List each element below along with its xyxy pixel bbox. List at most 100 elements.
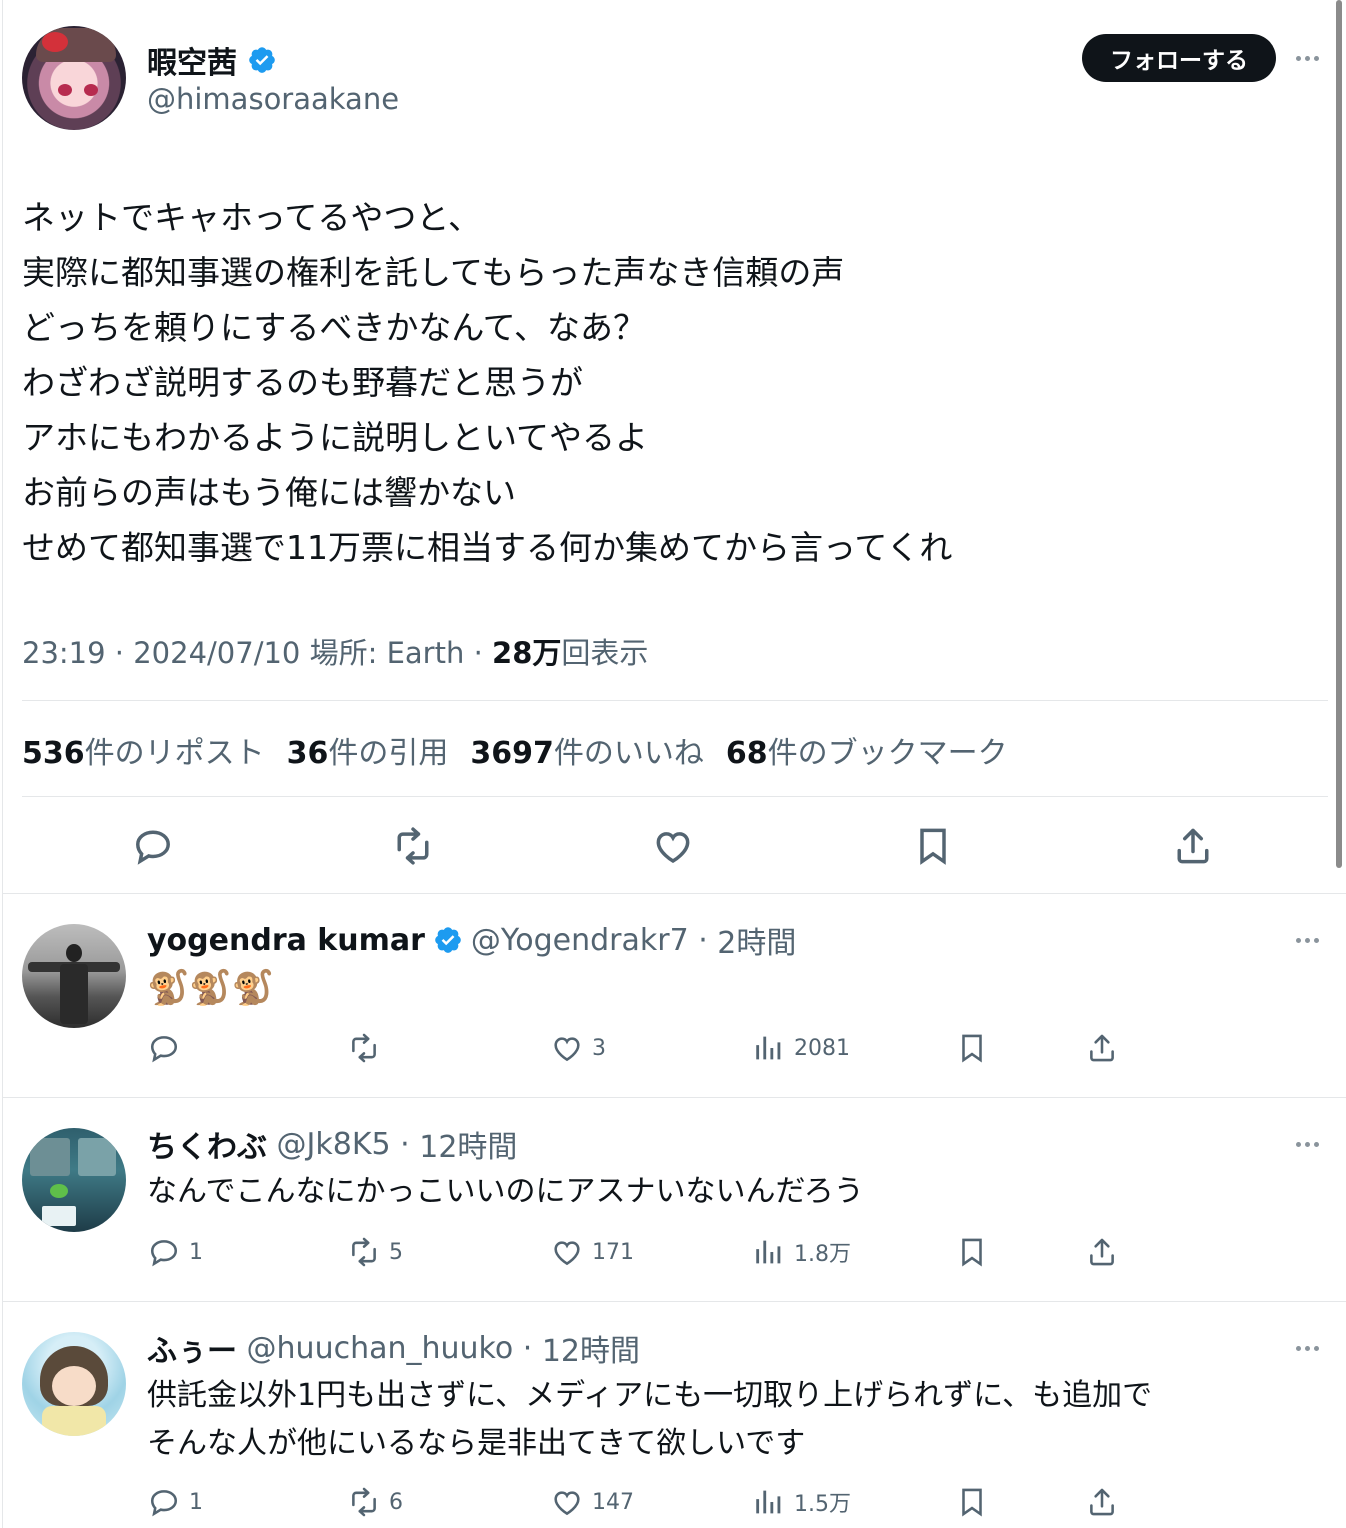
reply-icon [150, 1490, 178, 1517]
repost-icon[interactable] [391, 824, 435, 868]
repost-button[interactable] [347, 1031, 389, 1065]
repost-icon [352, 1237, 376, 1267]
avatar[interactable] [22, 1128, 126, 1232]
reposts-stat[interactable]: 536件のリポスト [22, 728, 265, 772]
avatar-eye [58, 84, 72, 96]
views-button[interactable]: 2081 [752, 1031, 850, 1065]
reply-text: 🐒🐒🐒 [147, 968, 275, 1008]
verified-icon [249, 47, 275, 73]
reply-author-name[interactable]: ふぅー [147, 1326, 237, 1370]
avatar-mascot [50, 1184, 68, 1198]
reply-icon[interactable] [131, 824, 175, 868]
avatar-window [30, 1138, 70, 1176]
author-name[interactable]: 暇空茜 [147, 38, 277, 82]
avatar-window [78, 1138, 116, 1176]
bookmark-button[interactable] [955, 1031, 989, 1065]
reply-text: なんでこんなにかっこいいのにアスナいないんだろう [147, 1174, 864, 1209]
separator-dot: · [688, 922, 718, 958]
reply-actions: 1 6 147 1.5万 [0, 1485, 1346, 1519]
reply-author-handle[interactable]: @huuchan_huuko [247, 1331, 514, 1366]
like-button[interactable]: 3 [550, 1031, 606, 1065]
share-icon[interactable] [1171, 824, 1215, 868]
views-icon [756, 1240, 781, 1264]
like-button[interactable]: 171 [550, 1235, 634, 1269]
reply-header: yogendra kumar @Yogendrakr7 · 2時間 [147, 918, 796, 962]
reply-header: ふぅー @huuchan_huuko · 12時間 [147, 1326, 640, 1370]
author-name-text[interactable]: 暇空茜 [147, 38, 237, 82]
reply-author-handle[interactable]: @Jk8K5 [277, 1127, 391, 1162]
tweet-text: ネットでキャホってるやつと、 実際に都知事選の権利を託してもらった声なき信頼の声… [22, 198, 953, 567]
author-handle[interactable]: @himasoraakane [147, 82, 399, 116]
share-icon [1090, 1034, 1114, 1062]
like-icon [554, 1037, 580, 1062]
reply-author-handle[interactable]: @Yogendrakr7 [471, 923, 689, 958]
share-button[interactable] [1085, 1235, 1119, 1269]
avatar-ribbon [42, 32, 68, 52]
follow-button[interactable]: フォローする [1082, 34, 1276, 82]
tweet-actions [0, 824, 1346, 868]
repost-icon [352, 1487, 376, 1517]
reply-item[interactable]: ちくわぶ @Jk8K5 · 12時間 なんでこんなにかっこいいのにアスナいないん… [0, 1098, 1346, 1300]
reply-time[interactable]: 2時間 [717, 918, 796, 962]
tweet-time[interactable]: 23:19 · 2024/07/10 場所: Earth · [22, 636, 492, 670]
separator-dot: · [513, 1330, 542, 1366]
reply-icon [150, 1036, 178, 1063]
reply-item[interactable]: yogendra kumar @Yogendrakr7 · 2時間 🐒🐒🐒 3 … [0, 894, 1346, 1096]
views-label: 回表示 [561, 636, 649, 670]
views-button[interactable]: 1.5万 [752, 1485, 851, 1519]
reply-item[interactable]: ふぅー @huuchan_huuko · 12時間 供託金以外1円も出さずに、メ… [0, 1302, 1346, 1528]
engagement-stats: 536件のリポスト 36件の引用 3697件のいいね 68件のブックマーク [22, 728, 1008, 772]
views-icon [756, 1490, 781, 1514]
tweet-meta: 23:19 · 2024/07/10 場所: Earth · 28万回表示 [22, 630, 648, 672]
bookmark-icon [962, 1034, 982, 1063]
likes-stat[interactable]: 3697件のいいね [470, 728, 704, 772]
bookmark-button[interactable] [955, 1235, 989, 1269]
avatar[interactable] [22, 1332, 126, 1436]
share-icon [1090, 1238, 1114, 1266]
share-button[interactable] [1085, 1031, 1119, 1065]
verified-icon [435, 927, 461, 953]
reply-icon [150, 1240, 178, 1267]
quotes-stat[interactable]: 36件の引用 [287, 728, 449, 772]
like-icon [554, 1241, 580, 1266]
views-button[interactable]: 1.8万 [752, 1235, 851, 1269]
reply-actions: 1 5 171 1.8万 [0, 1235, 1346, 1269]
reply-time[interactable]: 12時間 [542, 1326, 640, 1370]
more-icon[interactable] [1296, 52, 1326, 64]
more-icon[interactable] [1296, 934, 1326, 946]
reply-button[interactable]: 1 [147, 1485, 203, 1519]
more-icon[interactable] [1296, 1138, 1326, 1150]
reply-button[interactable] [147, 1031, 189, 1065]
views-count: 28万 [492, 636, 562, 670]
reply-author-name[interactable]: ちくわぶ [147, 1122, 267, 1166]
views-icon [756, 1036, 781, 1060]
repost-icon [352, 1033, 376, 1063]
share-icon [1090, 1488, 1114, 1516]
share-button[interactable] [1085, 1485, 1119, 1519]
divider [22, 700, 1328, 701]
reply-time[interactable]: 12時間 [419, 1122, 517, 1166]
bookmark-icon[interactable] [911, 824, 955, 868]
avatar[interactable] [22, 924, 126, 1028]
reply-button[interactable]: 1 [147, 1235, 203, 1269]
avatar-eye [84, 84, 98, 96]
reply-text: 供託金以外1円も出さずに、メディアにも一切取り上げられずに、も追加で そんな人が… [147, 1378, 1153, 1461]
reply-actions: 3 2081 [0, 1031, 1346, 1065]
like-button[interactable]: 147 [550, 1485, 634, 1519]
bookmark-icon [962, 1488, 982, 1517]
bookmark-icon [962, 1238, 982, 1267]
avatar-figure [66, 944, 82, 962]
like-icon [554, 1491, 580, 1516]
avatar[interactable] [22, 26, 126, 130]
reply-author-name[interactable]: yogendra kumar [147, 923, 425, 958]
avatar-figure-body [60, 964, 88, 1024]
repost-button[interactable]: 5 [347, 1235, 403, 1269]
avatar-uniform [42, 1406, 106, 1436]
bookmarks-stat[interactable]: 68件のブックマーク [726, 728, 1008, 772]
bookmark-button[interactable] [955, 1485, 989, 1519]
divider [22, 796, 1328, 797]
like-icon[interactable] [651, 824, 695, 868]
separator-dot: · [390, 1126, 420, 1162]
repost-button[interactable]: 6 [347, 1485, 403, 1519]
more-icon[interactable] [1296, 1342, 1326, 1354]
